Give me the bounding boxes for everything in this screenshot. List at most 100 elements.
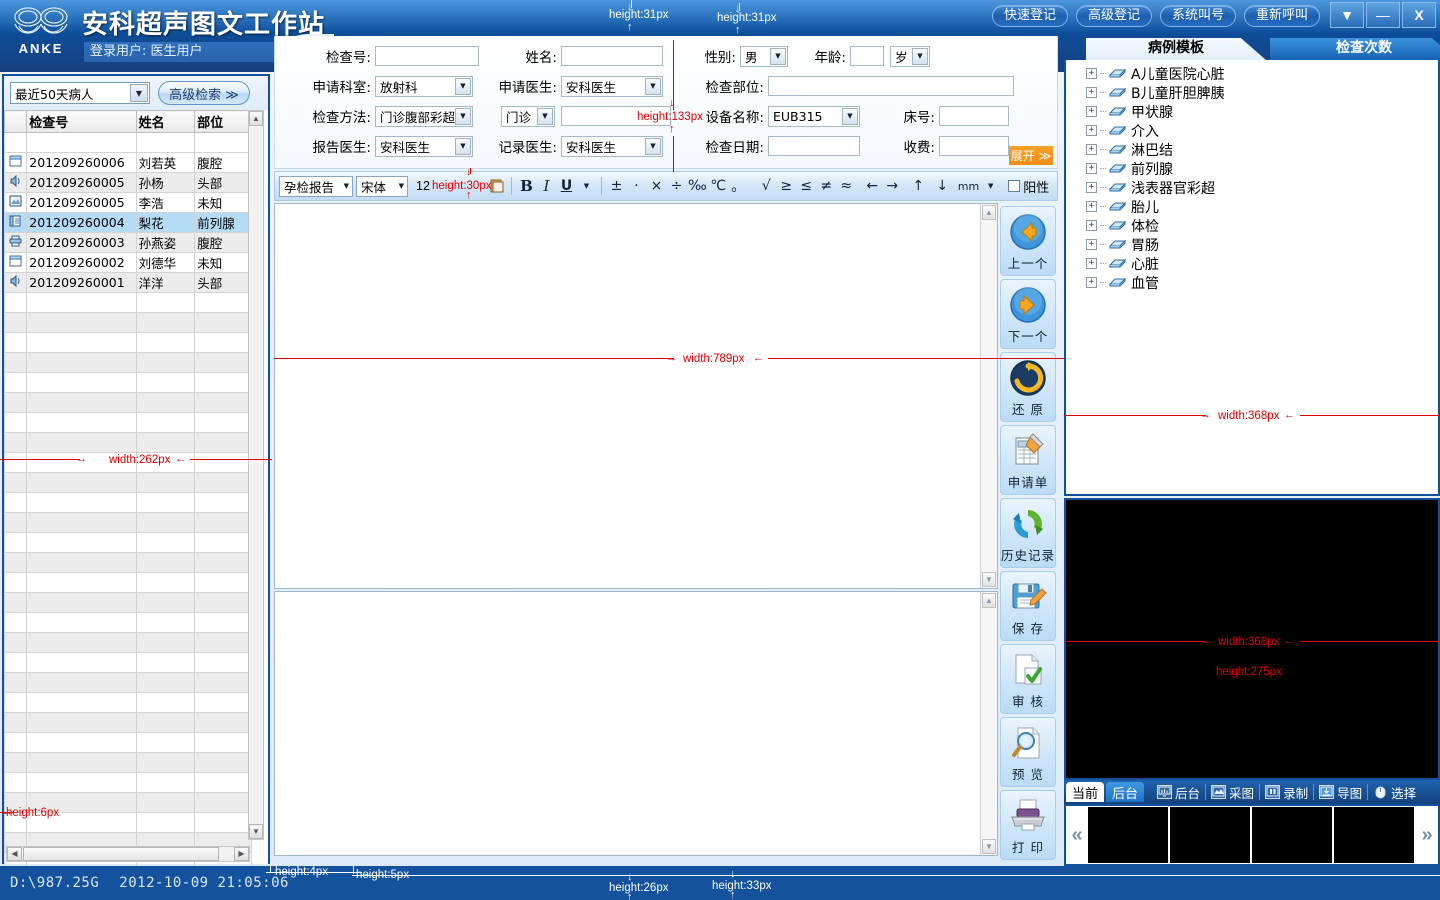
expand-plus-icon[interactable]: + bbox=[1086, 144, 1097, 155]
capture-image-button[interactable]: 采图 bbox=[1206, 783, 1259, 802]
print-button[interactable]: 打 印 bbox=[1000, 790, 1056, 860]
symbol-multiply-button[interactable]: × bbox=[648, 176, 665, 196]
input-patient-name[interactable] bbox=[561, 46, 663, 66]
record-button[interactable]: 录制 bbox=[1260, 783, 1313, 802]
combo-age-unit[interactable]: 岁 ▼ bbox=[890, 45, 930, 67]
symbol-lte-button[interactable]: ≤ bbox=[798, 176, 815, 196]
input-visit-number[interactable] bbox=[561, 106, 671, 126]
symbol-sqrt-button[interactable]: √ bbox=[758, 176, 775, 196]
symbol-gte-button[interactable]: ≥ bbox=[778, 176, 795, 196]
tree-item[interactable]: + 体检 bbox=[1066, 216, 1438, 235]
table-row-empty[interactable] bbox=[3, 352, 252, 373]
tree-item[interactable]: + 浅表器官彩超 bbox=[1066, 178, 1438, 197]
filter-cell-part[interactable] bbox=[194, 132, 252, 153]
table-row-empty[interactable] bbox=[3, 732, 252, 753]
input-exam-date[interactable] bbox=[768, 136, 860, 156]
select-button[interactable]: 选择 bbox=[1368, 783, 1421, 802]
expand-button[interactable]: 展开 ≫ bbox=[1009, 146, 1053, 165]
table-row-empty[interactable] bbox=[3, 712, 252, 733]
scroll-up-icon[interactable]: ▲ bbox=[249, 111, 263, 126]
table-row-empty[interactable] bbox=[3, 572, 252, 593]
thumbnail-item[interactable] bbox=[1334, 807, 1414, 863]
live-video-panel[interactable] bbox=[1064, 498, 1440, 780]
arrow-left-button[interactable]: ← bbox=[864, 176, 881, 196]
symbol-middot-button[interactable]: · bbox=[628, 176, 645, 196]
table-row-empty[interactable] bbox=[3, 812, 252, 833]
video-tab-background[interactable]: 后台 bbox=[1106, 782, 1145, 802]
combo-request-doctor[interactable]: 安科医生 ▼ bbox=[561, 75, 663, 97]
expand-plus-icon[interactable]: + bbox=[1086, 106, 1097, 117]
patient-filter-select[interactable]: 最近50天病人 ▼ bbox=[10, 82, 150, 104]
underline-dropdown-icon[interactable]: ▼ bbox=[578, 176, 595, 196]
table-row[interactable]: 201209260003 孙燕姿 腹腔 bbox=[3, 232, 252, 253]
diagnosis-editor-scrollbar[interactable]: ▲ ▼ bbox=[980, 592, 997, 855]
history-button[interactable]: 历史记录 bbox=[1000, 498, 1056, 568]
tree-item[interactable]: + B儿童肝胆脾胰 bbox=[1066, 83, 1438, 102]
col-part-header[interactable]: 部位 bbox=[194, 110, 252, 133]
scroll-right-icon[interactable]: ▶ bbox=[234, 847, 249, 861]
chevron-down-icon[interactable]: ▼ bbox=[842, 107, 858, 125]
table-row-empty[interactable] bbox=[3, 632, 252, 653]
table-row-empty[interactable] bbox=[3, 332, 252, 353]
input-fee[interactable] bbox=[939, 136, 1009, 156]
combo-record-doctor[interactable]: 安科医生 ▼ bbox=[561, 135, 663, 157]
tree-item[interactable]: + 胎儿 bbox=[1066, 197, 1438, 216]
expand-plus-icon[interactable]: + bbox=[1086, 258, 1097, 269]
system-call-button[interactable]: 系统叫号 bbox=[1160, 5, 1236, 27]
arrow-right-button[interactable]: → bbox=[884, 176, 901, 196]
checkbox-box[interactable] bbox=[1008, 180, 1021, 192]
advanced-register-button[interactable]: 高级登记 bbox=[1076, 5, 1152, 27]
filter-row[interactable] bbox=[3, 132, 252, 153]
thumbnail-item[interactable] bbox=[1252, 807, 1332, 863]
col-name-header[interactable]: 姓名 bbox=[135, 110, 196, 133]
symbol-approx-button[interactable]: ≈ bbox=[838, 176, 855, 196]
scroll-down-icon[interactable]: ▼ bbox=[982, 839, 996, 854]
chevron-down-icon[interactable]: ▼ bbox=[455, 137, 471, 155]
tree-item[interactable]: + 介入 bbox=[1066, 121, 1438, 140]
expand-plus-icon[interactable]: + bbox=[1086, 277, 1097, 288]
chevron-down-icon[interactable]: ▼ bbox=[645, 137, 661, 155]
chevron-down-icon[interactable]: ▼ bbox=[645, 77, 661, 95]
export-image-button[interactable]: 导图 bbox=[1314, 783, 1367, 802]
background-button[interactable]: 后台 bbox=[1152, 783, 1205, 802]
bold-button[interactable]: B bbox=[518, 176, 535, 196]
col-exam-no-header[interactable]: 检查号 bbox=[26, 110, 137, 133]
table-row-empty[interactable] bbox=[3, 472, 252, 493]
preview-button[interactable]: 预 览 bbox=[1000, 717, 1056, 787]
expand-plus-icon[interactable]: + bbox=[1086, 163, 1097, 174]
recall-button[interactable]: 重新呼叫 bbox=[1244, 5, 1320, 27]
unit-select-value[interactable]: mm bbox=[958, 176, 979, 196]
input-bed-no[interactable] bbox=[939, 106, 1009, 126]
filter-cell-no[interactable] bbox=[26, 132, 137, 153]
thumbnail-next-icon[interactable]: » bbox=[1416, 805, 1438, 865]
italic-button[interactable]: I bbox=[538, 176, 555, 196]
tree-item[interactable]: + 淋巴结 bbox=[1066, 140, 1438, 159]
scroll-up-icon[interactable]: ▲ bbox=[982, 593, 996, 608]
table-row-empty[interactable] bbox=[3, 772, 252, 793]
combo-gender[interactable]: 男 ▼ bbox=[740, 45, 788, 67]
quick-register-button[interactable]: 快速登记 bbox=[992, 5, 1068, 27]
scroll-up-icon[interactable]: ▲ bbox=[982, 205, 996, 220]
underline-button[interactable]: U bbox=[558, 176, 575, 196]
thumbnail-prev-icon[interactable]: « bbox=[1066, 805, 1088, 865]
paste-icon[interactable] bbox=[488, 176, 505, 196]
table-row[interactable]: 201209260006 刘若英 腹腔 bbox=[3, 152, 252, 173]
thumbnail-item[interactable] bbox=[1170, 807, 1250, 863]
tree-item[interactable]: + 甲状腺 bbox=[1066, 102, 1438, 121]
tree-item[interactable]: + 心脏 bbox=[1066, 254, 1438, 273]
table-row-empty[interactable] bbox=[3, 392, 252, 413]
table-row-empty[interactable] bbox=[3, 432, 252, 453]
restore-button[interactable]: 还 原 bbox=[1000, 352, 1056, 422]
expand-plus-icon[interactable]: + bbox=[1086, 220, 1097, 231]
input-exam-part[interactable] bbox=[768, 76, 1014, 96]
filter-cell-name[interactable] bbox=[135, 132, 196, 153]
combo-request-dept[interactable]: 放射科 ▼ bbox=[375, 75, 473, 97]
table-row-empty[interactable] bbox=[3, 652, 252, 673]
patient-list-horizontal-scrollbar[interactable]: ◀ ▶ bbox=[6, 846, 250, 862]
chevron-down-icon[interactable]: ▼ bbox=[770, 47, 786, 65]
tree-item[interactable]: + 血管 bbox=[1066, 273, 1438, 292]
template-select[interactable]: 孕检报告 ▼ bbox=[279, 175, 353, 197]
input-exam-no[interactable] bbox=[375, 46, 479, 66]
table-row-empty[interactable] bbox=[3, 512, 252, 533]
verify-button[interactable]: 审 核 bbox=[1000, 644, 1056, 714]
